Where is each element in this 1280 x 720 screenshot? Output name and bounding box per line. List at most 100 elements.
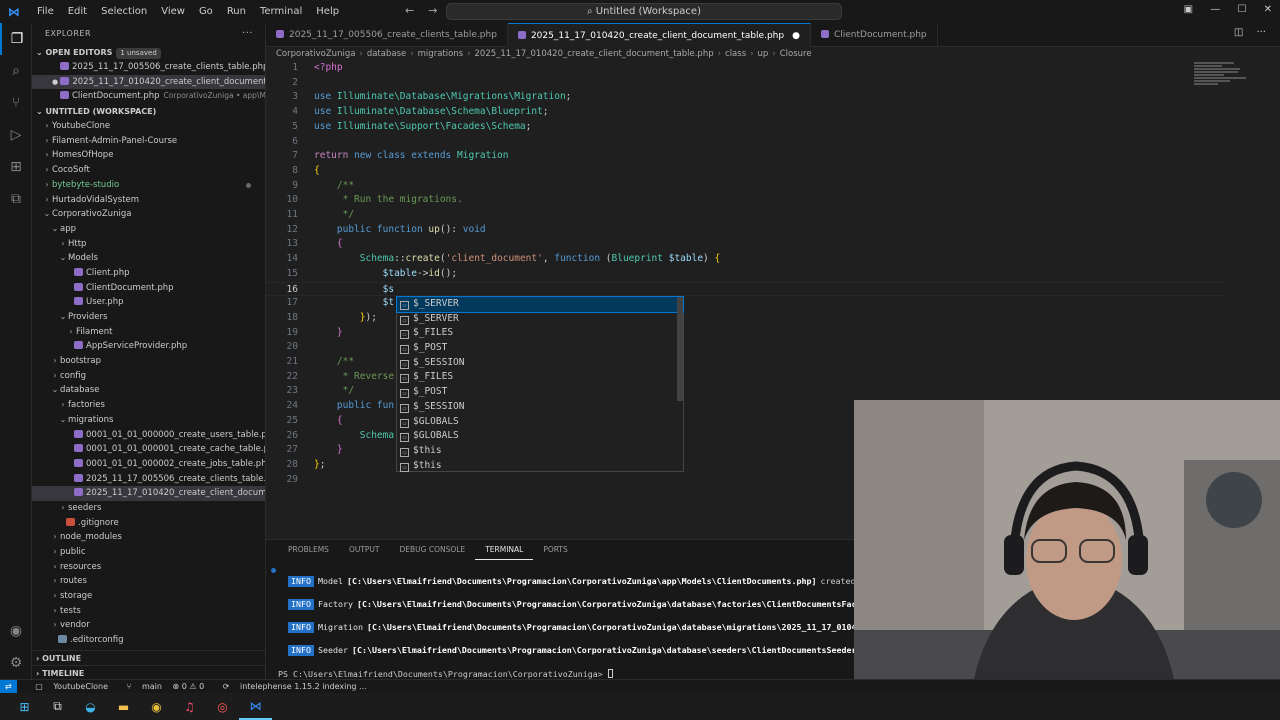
- language-server-indicator[interactable]: ⟳ intelephense 1.15.2 indexing ...: [215, 682, 367, 691]
- search-icon[interactable]: ⌕: [0, 55, 32, 87]
- more-actions-icon[interactable]: ···: [1256, 27, 1266, 38]
- explorer-icon[interactable]: ❐: [0, 23, 32, 55]
- tree-item[interactable]: ⌄ Models: [32, 251, 265, 266]
- unsaved-dot-icon[interactable]: ●: [52, 78, 60, 86]
- panel-tab-debug-console[interactable]: DEBUG CONSOLE: [390, 540, 476, 560]
- tree-item[interactable]: ⌄ database: [32, 383, 265, 398]
- tree-item[interactable]: › bytebyte-studio: [32, 178, 265, 193]
- menu-item-selection[interactable]: Selection: [94, 6, 154, 17]
- code-line[interactable]: 8{: [266, 164, 1226, 179]
- code-line[interactable]: 1 <?php: [266, 61, 1226, 76]
- suggest-item[interactable]: ▭ $GLOBALS: [397, 415, 683, 430]
- suggest-item[interactable]: ▭ $_SERVER: [397, 312, 683, 327]
- breadcrumb-item[interactable]: migrations: [418, 49, 463, 59]
- panel-tab-output[interactable]: OUTPUT: [339, 540, 390, 560]
- breadcrumb-item[interactable]: up: [758, 49, 769, 59]
- suggest-item[interactable]: ▭ $GLOBALS: [397, 429, 683, 444]
- breadcrumb-item[interactable]: CorporativoZuniga: [276, 49, 355, 59]
- split-editor-icon[interactable]: ◫: [1234, 27, 1243, 38]
- code-line[interactable]: 12 public function up(): void: [266, 223, 1226, 238]
- problems-indicator[interactable]: ⊗ 0 ⚠ 0: [173, 682, 205, 691]
- breadcrumb-item[interactable]: class: [725, 49, 746, 59]
- edge-browser-icon[interactable]: ◒: [74, 693, 107, 720]
- close-icon[interactable]: ✕: [1264, 4, 1272, 15]
- tree-item[interactable]: 0001_01_01_000000_create_users_table.php: [32, 428, 265, 443]
- open-editors-section[interactable]: ⌄ OPEN EDITORS 1 unsaved: [32, 45, 265, 60]
- code-line[interactable]: 5 use Illuminate\Support\Facades\Schema;: [266, 120, 1226, 135]
- tree-item[interactable]: 0001_01_01_000001_create_cache_table.php: [32, 442, 265, 457]
- code-line[interactable]: 7 return new class extends Migration: [266, 149, 1226, 164]
- tree-item[interactable]: › CocoSoft: [32, 163, 265, 178]
- tree-item[interactable]: ⌄ CorporativoZuniga: [32, 207, 265, 222]
- suggest-item[interactable]: ▭ $_SESSION: [397, 356, 683, 371]
- tree-item[interactable]: › bootstrap: [32, 354, 265, 369]
- tree-item[interactable]: › Filament-Admin-Panel-Course: [32, 134, 265, 149]
- tree-item[interactable]: › vendor: [32, 618, 265, 633]
- menu-item-help[interactable]: Help: [309, 6, 346, 17]
- code-line[interactable]: 9 /**: [266, 179, 1226, 194]
- windows-start-icon[interactable]: ⊞: [8, 693, 41, 720]
- unsaved-dot-icon[interactable]: ●: [792, 31, 800, 41]
- editor-tab[interactable]: 2025_11_17_005506_create_clients_table.p…: [266, 23, 508, 47]
- suggest-scrollbar[interactable]: [677, 297, 683, 401]
- gear-icon[interactable]: ⚙: [0, 647, 32, 679]
- tree-item[interactable]: › node_modules: [32, 530, 265, 545]
- run-debug-icon[interactable]: ▷: [0, 119, 32, 151]
- back-arrow-icon[interactable]: ←: [405, 4, 414, 17]
- suggest-item[interactable]: ▭ $_POST: [397, 341, 683, 356]
- remote-indicator[interactable]: ⇄: [0, 680, 17, 693]
- menu-item-edit[interactable]: Edit: [61, 6, 94, 17]
- tree-item[interactable]: User.php: [32, 295, 265, 310]
- outline-section[interactable]: › OUTLINE: [32, 650, 265, 665]
- tree-item[interactable]: › factories: [32, 398, 265, 413]
- suggest-item[interactable]: ▭ $_SESSION: [397, 400, 683, 415]
- menu-item-go[interactable]: Go: [192, 6, 220, 17]
- terminal-prompt[interactable]: PS C:\Users\Elmaifriend\Documents\Progra…: [278, 669, 613, 679]
- branch-indicator[interactable]: ⑂ main: [119, 682, 162, 691]
- task-view-icon[interactable]: ⧉: [41, 693, 74, 720]
- tree-item[interactable]: › config: [32, 369, 265, 384]
- tree-item[interactable]: › seeders: [32, 501, 265, 516]
- account-icon[interactable]: ◉: [0, 615, 32, 647]
- suggest-item[interactable]: ▭ $_FILES: [397, 326, 683, 341]
- tree-item[interactable]: 2025_11_17_005506_create_clients_table.p…: [32, 472, 265, 487]
- recorder-app-icon[interactable]: ◎: [206, 693, 239, 720]
- suggest-item[interactable]: ▭ $this: [397, 444, 683, 459]
- tree-item[interactable]: › YoutubeClone: [32, 119, 265, 134]
- remote-explorer-icon[interactable]: ⧉: [0, 183, 32, 215]
- chrome-browser-icon[interactable]: ◉: [140, 693, 173, 720]
- extensions-icon[interactable]: ⊞: [0, 151, 32, 183]
- editor-tab[interactable]: 2025_11_17_010420_create_client_document…: [507, 23, 811, 47]
- code-line[interactable]: 11 */: [266, 208, 1226, 223]
- breadcrumb-item[interactable]: 2025_11_17_010420_create_client_document…: [475, 49, 714, 59]
- minimap[interactable]: [1194, 62, 1250, 102]
- code-line[interactable]: 3 use Illuminate\Database\Migrations\Migr…: [266, 90, 1226, 105]
- code-line[interactable]: 13 {: [266, 237, 1226, 252]
- tree-item[interactable]: ⌄ migrations: [32, 413, 265, 428]
- file-explorer-icon[interactable]: ▬: [107, 693, 140, 720]
- minimize-icon[interactable]: —: [1210, 4, 1220, 15]
- tree-item[interactable]: ClientDocument.php: [32, 281, 265, 296]
- suggest-item[interactable]: ▭ $_POST: [397, 385, 683, 400]
- tree-item[interactable]: › Http: [32, 237, 265, 252]
- menu-item-terminal[interactable]: Terminal: [253, 6, 309, 17]
- tree-item[interactable]: .editorconfig: [32, 633, 265, 648]
- panel-tab-problems[interactable]: PROBLEMS: [278, 540, 339, 560]
- tree-item[interactable]: ⌄ Providers: [32, 310, 265, 325]
- tree-item[interactable]: 2025_11_17_010420_create_client_document…: [32, 486, 265, 501]
- suggest-item[interactable]: ▭ $this: [397, 459, 683, 474]
- code-line[interactable]: 4 use Illuminate\Database\Schema\Blueprin…: [266, 105, 1226, 120]
- open-editor-item[interactable]: ● 2025_11_17_010420_create_client_docume…: [32, 74, 265, 90]
- timeline-section[interactable]: › TIMELINE: [32, 665, 265, 679]
- tree-item[interactable]: › resources: [32, 560, 265, 575]
- open-editor-item[interactable]: ClientDocument.php CorporativoZuniga • ap…: [32, 89, 265, 104]
- code-line[interactable]: 2: [266, 76, 1226, 91]
- tree-item[interactable]: › HomesOfHope: [32, 148, 265, 163]
- breadcrumb-item[interactable]: Closure: [780, 49, 812, 59]
- breadcrumb-item[interactable]: database: [367, 49, 406, 59]
- music-app-icon[interactable]: ♫: [173, 693, 206, 720]
- tree-item[interactable]: Client.php: [32, 266, 265, 281]
- menu-item-file[interactable]: File: [30, 6, 61, 17]
- code-line[interactable]: 14 Schema::create('client_document', fun…: [266, 252, 1226, 267]
- code-line[interactable]: 6: [266, 135, 1226, 150]
